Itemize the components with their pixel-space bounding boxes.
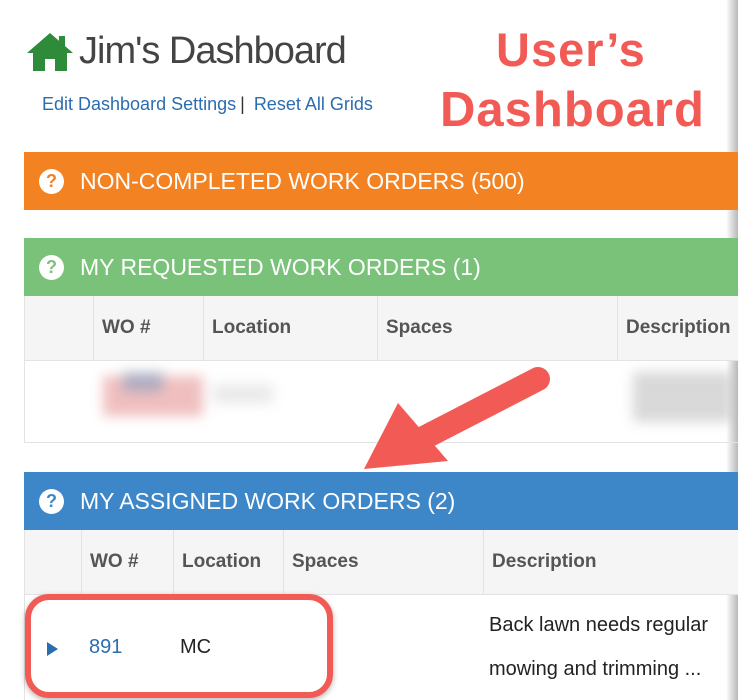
assigned-grid: WO # Location Spaces Description 891 MC …	[24, 530, 738, 700]
col-spaces[interactable]: Spaces	[377, 296, 617, 360]
help-icon[interactable]: ?	[39, 254, 64, 280]
help-icon[interactable]: ?	[39, 488, 64, 514]
non-completed-panel-header[interactable]: ? NON-COMPLETED WORK ORDERS (500)	[24, 152, 738, 210]
assigned-panel-header[interactable]: ? MY ASSIGNED WORK ORDERS (2)	[24, 472, 738, 530]
non-completed-title: NON-COMPLETED WORK ORDERS (500)	[80, 167, 525, 194]
col-spaces[interactable]: Spaces	[283, 530, 483, 594]
requested-grid-header: WO # Location Spaces Description	[25, 296, 738, 361]
pointer-arrow	[364, 367, 550, 469]
assigned-title: MY ASSIGNED WORK ORDERS (2)	[80, 487, 456, 514]
home-icon	[27, 32, 73, 71]
edit-dashboard-settings-link[interactable]: Edit Dashboard Settings	[42, 94, 236, 114]
highlight-box	[25, 594, 333, 698]
page-title: Jim's Dashboard	[79, 30, 347, 72]
assigned-grid-header: WO # Location Spaces Description	[25, 530, 738, 595]
col-location[interactable]: Location	[173, 530, 283, 594]
description-cell-line1: Back lawn needs regular	[489, 614, 709, 636]
description-cell-line2: mowing and trimming ...	[489, 658, 702, 680]
col-wo[interactable]: WO #	[81, 530, 175, 594]
help-icon[interactable]: ?	[39, 168, 64, 194]
link-separator: |	[240, 94, 245, 114]
reset-all-grids-link[interactable]: Reset All Grids	[254, 94, 373, 114]
requested-panel-header[interactable]: ? MY REQUESTED WORK ORDERS (1)	[24, 238, 738, 296]
header-links: Edit Dashboard Settings | Reset All Grids	[42, 94, 373, 115]
annotation-users: User’s	[496, 23, 646, 76]
col-description[interactable]: Description	[483, 530, 738, 594]
col-wo[interactable]: WO #	[93, 296, 203, 360]
annotation-dashboard: Dashboard	[440, 83, 705, 137]
requested-title: MY REQUESTED WORK ORDERS (1)	[80, 253, 481, 280]
col-description[interactable]: Description	[617, 296, 738, 360]
dashboard-header: Jim's Dashboard	[25, 30, 347, 73]
col-location[interactable]: Location	[203, 296, 378, 360]
